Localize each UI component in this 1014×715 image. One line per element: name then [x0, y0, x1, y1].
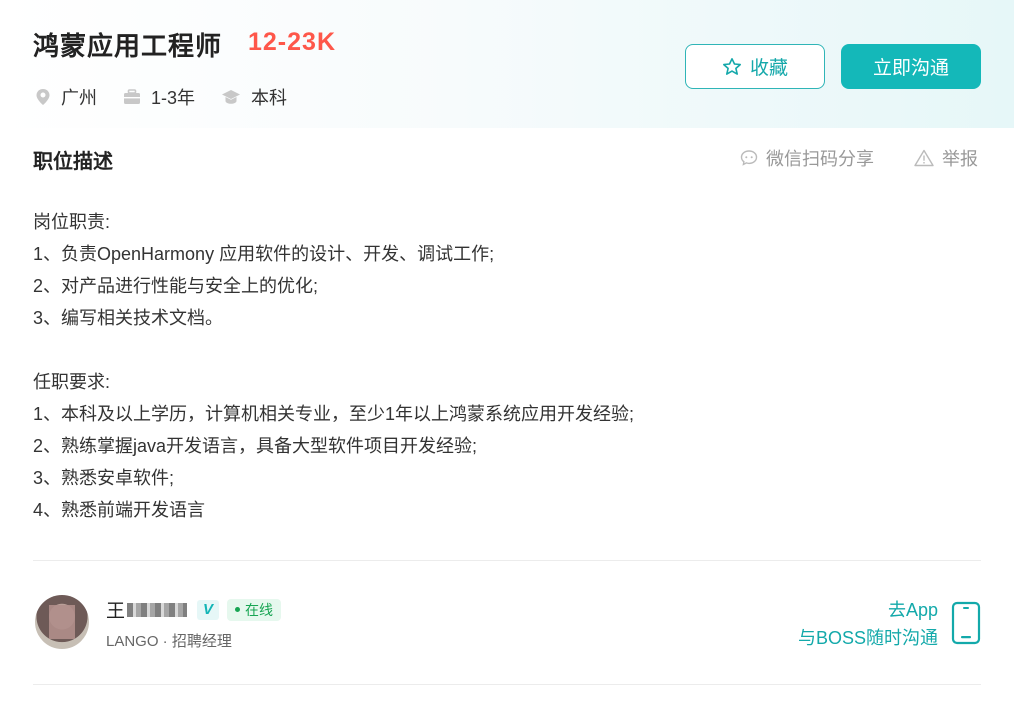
divider [33, 684, 981, 685]
education-text: 本科 [251, 88, 288, 108]
section-title: 职位描述 [33, 151, 113, 173]
location-icon [36, 89, 50, 105]
graduation-cap-icon [222, 90, 241, 104]
requirement-item: 3、熟悉安卓软件; [33, 468, 175, 488]
report-link[interactable]: 举报 [914, 145, 978, 171]
favorite-button[interactable]: 收藏 [685, 44, 825, 89]
job-tags: 广州 1-3年 本科 [35, 84, 313, 110]
recruiter-company-title: LANGO · 招聘经理 [106, 633, 232, 650]
experience-tag: 1-3年 [123, 84, 195, 110]
briefcase-icon [124, 89, 140, 104]
verified-badge: V [197, 599, 220, 620]
requirement-item: 4、熟悉前端开发语言 [33, 500, 206, 520]
chat-now-label: 立即沟通 [872, 58, 949, 79]
requirements-heading: 任职要求: [33, 372, 111, 392]
wechat-share-link[interactable]: 微信扫码分享 [740, 145, 874, 171]
job-description: 岗位职责: 1、负责OpenHarmony 应用软件的设计、开发、调试工作; 2… [33, 206, 793, 526]
location-tag: 广州 [35, 84, 97, 110]
wechat-chat-icon [740, 150, 758, 166]
recruiter-name: 王 [106, 601, 126, 622]
redacted-name-mask [127, 602, 188, 617]
favorite-label: 收藏 [749, 58, 788, 79]
online-status-badge: 在线 [227, 598, 282, 621]
warning-icon [914, 149, 934, 167]
wechat-share-label: 微信扫码分享 [766, 149, 874, 169]
go-app-line1: 去App [887, 600, 938, 620]
go-app-link[interactable]: 去App 与BOSS随时沟通 [780, 596, 938, 652]
online-status-text: 在线 [245, 601, 274, 618]
duties-heading: 岗位职责: [33, 212, 111, 232]
requirement-item: 2、熟练掌握java开发语言，具备大型软件项目开发经验; [33, 436, 478, 456]
requirement-item: 1、本科及以上学历，计算机相关专业，至少1年以上鸿蒙系统应用开发经验; [33, 404, 635, 424]
phone-icon[interactable] [951, 601, 981, 645]
salary: 12-23K [248, 28, 336, 56]
education-tag: 本科 [221, 84, 287, 110]
experience-text: 1-3年 [151, 88, 196, 108]
chat-now-button[interactable]: 立即沟通 [841, 44, 981, 89]
recruiter-name-row: 王 V 在线 [106, 596, 282, 623]
go-app-line2: 与BOSS随时沟通 [797, 628, 938, 648]
online-dot [235, 607, 241, 612]
avatar-mosaic [49, 605, 75, 639]
duty-item: 1、负责OpenHarmony 应用软件的设计、开发、调试工作; [33, 244, 495, 264]
star-icon [722, 57, 741, 75]
report-label: 举报 [942, 149, 978, 169]
recruiter-avatar[interactable] [35, 595, 89, 649]
divider [33, 560, 981, 561]
job-title: 鸿蒙应用工程师 [33, 31, 223, 61]
duty-item: 2、对产品进行性能与安全上的优化; [33, 276, 319, 296]
location-text: 广州 [61, 88, 97, 108]
duty-item: 3、编写相关技术文档。 [33, 308, 224, 328]
